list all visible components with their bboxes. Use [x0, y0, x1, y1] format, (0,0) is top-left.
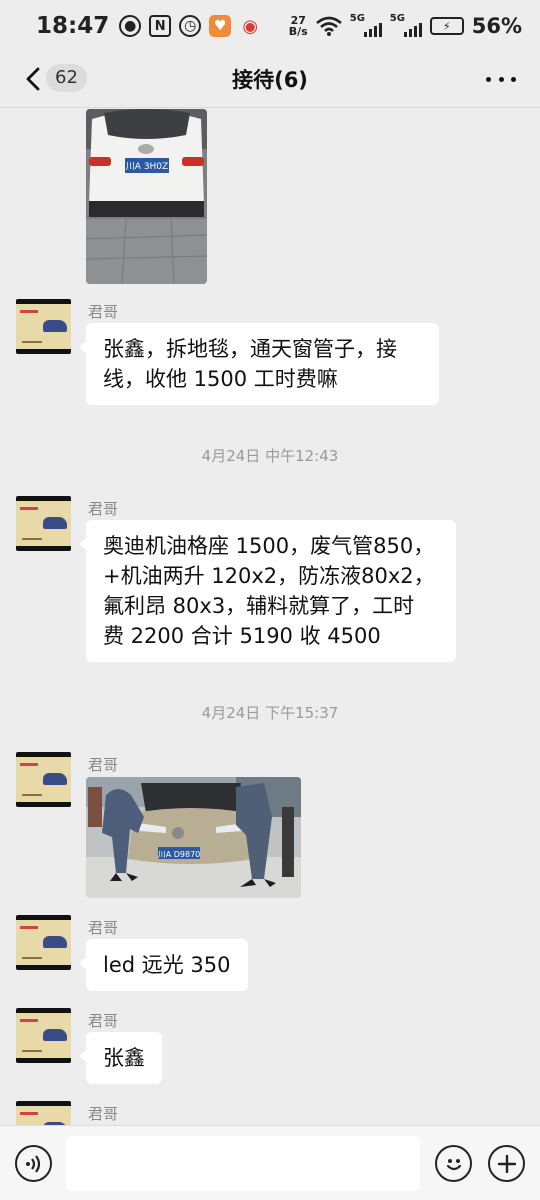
sender-avatar[interactable]	[16, 752, 71, 807]
message-timestamp: 4月24日 下午15:37	[201, 704, 339, 722]
smiley-icon	[446, 1158, 461, 1170]
sender-name: 君哥	[88, 1105, 119, 1123]
sender-avatar[interactable]	[16, 496, 71, 551]
sender-avatar[interactable]	[16, 915, 71, 970]
nfc-icon: N	[149, 15, 172, 37]
message-text-line: 线，收他 1500 工时费嘛	[103, 367, 338, 391]
more-dot-icon	[498, 76, 504, 82]
more-options-button[interactable]	[486, 66, 516, 92]
net-speed: 27 B/s	[289, 15, 308, 37]
plus-icon	[497, 1154, 516, 1173]
signal2-label: 5G	[389, 13, 405, 24]
message-image-peugeot[interactable]: 川A D9870	[86, 777, 301, 898]
more-dot-icon	[486, 76, 491, 82]
message-text-line: 张鑫，拆地毯，通天窗管子，接	[103, 337, 397, 361]
plate-white-car: 川A 3H0Z	[126, 162, 168, 172]
status-right-icons: 27 B/s 5G 5G ⚡ 56%	[289, 13, 522, 38]
add-attachment-button[interactable]	[488, 1145, 525, 1182]
eye-icon: ●	[119, 15, 142, 37]
chat-title: 接待(6)	[232, 68, 308, 92]
message-text: 张鑫	[103, 1046, 145, 1070]
peugeot-photo: 川A D9870	[86, 777, 301, 898]
sender-name: 君哥	[88, 500, 119, 518]
weibo-app-icon: ◉	[242, 15, 259, 37]
emoji-button[interactable]	[435, 1145, 472, 1182]
message-image-car-rear[interactable]: 川A 3H0Z	[86, 109, 207, 284]
sender-avatar[interactable]	[16, 299, 71, 354]
more-dot-icon	[511, 76, 516, 82]
voice-input-button[interactable]	[15, 1145, 52, 1182]
signal-icon-2: 5G	[389, 13, 422, 37]
sender-name: 君哥	[88, 756, 119, 774]
message-bubble[interactable]: 张鑫	[79, 1032, 162, 1084]
message-text-input[interactable]	[66, 1136, 420, 1191]
wifi-icon	[315, 16, 342, 36]
car-rear-photo: 川A 3H0Z	[86, 109, 207, 284]
message-text-line: 氟利昂 80x3，辅料就算了，工时	[103, 594, 415, 618]
message-text: led 远光 350	[103, 953, 231, 977]
sender-name: 君哥	[88, 303, 119, 321]
battery-percent: 56%	[471, 14, 522, 38]
status-time: 18:47	[36, 13, 110, 39]
message-text-line: 奥迪机油格座 1500，废气管850，	[103, 534, 435, 558]
alarm-icon: ◷	[179, 15, 202, 37]
status-bar: 18:47 ● N ◷ ♥ ◉ 27 B/s 5G 5G ⚡ 56%	[0, 0, 540, 52]
chat-header: 62 接待(6)	[0, 52, 540, 108]
message-text-line: 费 2200 合计 5190 收 4500	[103, 624, 381, 648]
message-timestamp: 4月24日 中午12:43	[201, 447, 339, 465]
message-list[interactable]: 川A 3H0Z 君哥 张鑫，拆地毯，通天窗管子，接 线，收他 1500 工时费嘛…	[0, 109, 540, 1125]
sender-avatar[interactable]	[16, 1008, 71, 1063]
status-left-icons: ● N ◷ ♥ ◉	[119, 15, 261, 37]
sender-name: 君哥	[88, 1012, 119, 1030]
signal1-label: 5G	[349, 13, 365, 24]
taobao-app-icon: ♥	[209, 15, 232, 37]
message-text-line: +机油两升 120x2，防冻液80x2，	[103, 564, 435, 588]
net-speed-unit: B/s	[288, 25, 308, 38]
voice-wave-icon	[25, 1154, 40, 1173]
message-bubble[interactable]: 奥迪机油格座 1500，废气管850， +机油两升 120x2，防冻液80x2，…	[79, 520, 456, 662]
battery-charging-icon: ⚡	[429, 17, 464, 35]
message-input-bar	[0, 1125, 540, 1200]
sender-name: 君哥	[88, 919, 119, 937]
message-bubble[interactable]: 张鑫，拆地毯，通天窗管子，接 线，收他 1500 工时费嘛	[79, 323, 439, 405]
signal-icon: 5G	[349, 13, 382, 37]
message-bubble[interactable]: led 远光 350	[79, 939, 248, 991]
plate-peugeot: 川A D9870	[158, 850, 201, 859]
sender-avatar[interactable]	[16, 1101, 71, 1125]
